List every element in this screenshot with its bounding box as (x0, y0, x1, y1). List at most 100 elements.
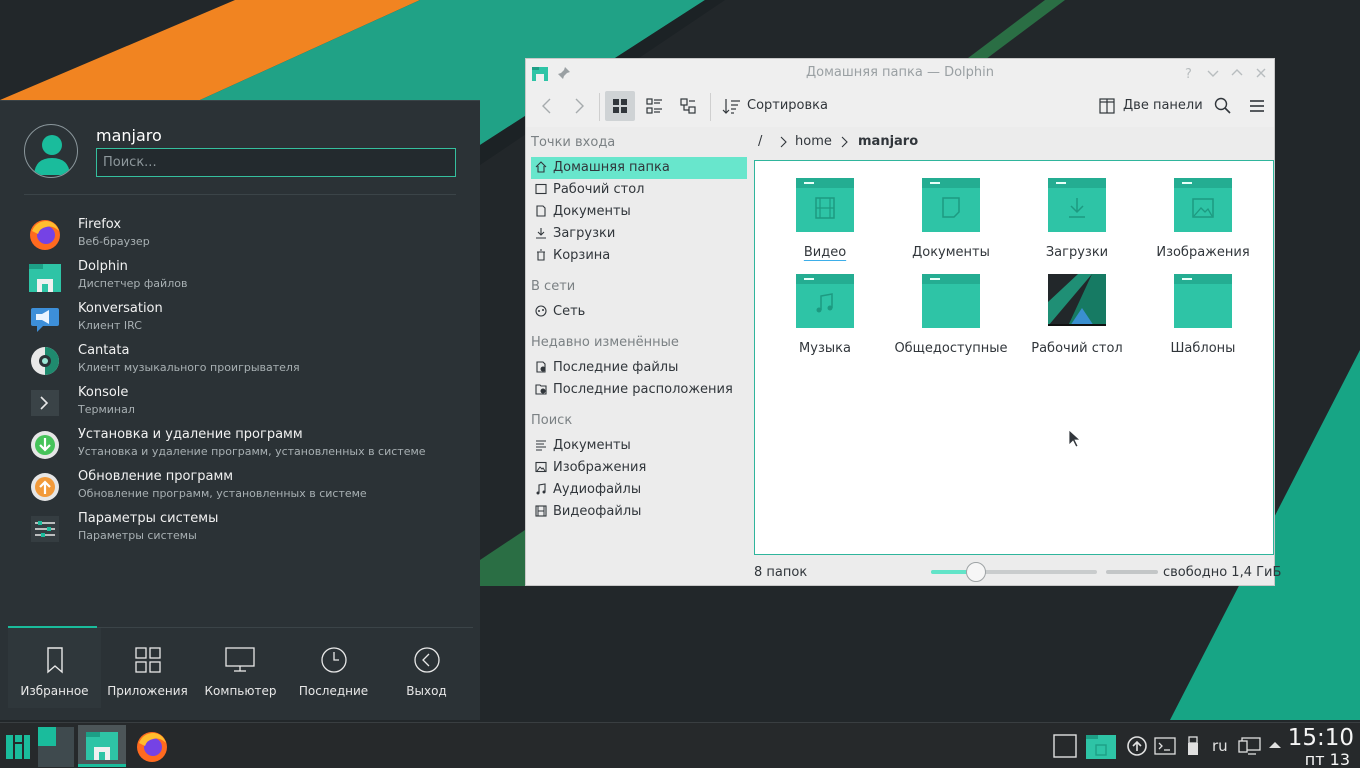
search-button[interactable] (1208, 91, 1238, 121)
place-label: Последние файлы (553, 360, 679, 375)
app-name: Konsole (78, 385, 129, 400)
folder-item-music[interactable]: Музыка (765, 264, 885, 356)
keyboard-layout[interactable]: ru (1212, 737, 1228, 755)
breadcrumb-root[interactable]: / (758, 134, 762, 149)
details-view-button[interactable] (673, 91, 703, 121)
show-desktop-icon[interactable] (1053, 734, 1077, 758)
app-item-konsole[interactable]: Konsole Терминал (24, 382, 456, 424)
folder-item-documents[interactable]: Документы (891, 168, 1011, 260)
clock-time[interactable]: 15:10 (1288, 725, 1354, 751)
folder-item-images[interactable]: Изображения (1143, 168, 1263, 260)
dolphin-window: Домашняя папка — Dolphin ? Сортировка Дв… (525, 58, 1281, 586)
tab-applications[interactable]: Приложения (101, 628, 194, 708)
place-network[interactable]: Сеть (531, 301, 747, 323)
monitor-icon (225, 647, 255, 672)
tree-view-icon (680, 98, 696, 114)
forward-button[interactable] (564, 91, 594, 121)
usb-drive-icon[interactable] (1186, 735, 1200, 757)
update-notifier-icon[interactable] (1126, 735, 1148, 757)
search-video[interactable]: Видеофайлы (531, 501, 747, 523)
app-launcher-button[interactable] (4, 725, 32, 767)
place-label: Домашняя папка (553, 160, 670, 175)
folder-item-templates[interactable]: Шаблоны (1143, 264, 1263, 356)
place-downloads[interactable]: Загрузки (531, 223, 747, 245)
place-desktop[interactable]: Рабочий стол (531, 179, 747, 201)
place-trash[interactable]: Корзина (531, 245, 747, 267)
app-item-cantata[interactable]: Cantata Клиент музыкального проигрывател… (24, 340, 456, 382)
folder-name: Рабочий стол (1031, 341, 1123, 356)
tab-favorites[interactable]: Избранное (8, 628, 101, 708)
app-description: Клиент IRC (78, 319, 142, 332)
split-panels-icon (1099, 98, 1115, 114)
network-wired-icon[interactable] (1238, 735, 1262, 757)
app-item-firefox[interactable]: Firefox Веб-браузер (24, 214, 456, 256)
app-item-install-remove[interactable]: Установка и удаление программ Установка … (24, 424, 456, 466)
toolbar-separator (599, 93, 600, 121)
task-dolphin[interactable] (78, 725, 126, 767)
maximize-icon[interactable] (1230, 66, 1244, 80)
folder-item-public[interactable]: Общедоступные (891, 264, 1011, 356)
music-note-icon (536, 483, 546, 495)
place-recent-files[interactable]: Последние файлы (531, 357, 747, 379)
place-home[interactable]: Домашняя папка (531, 157, 747, 179)
tab-computer[interactable]: Компьютер (194, 628, 287, 708)
place-documents[interactable]: Документы (531, 201, 747, 223)
virtual-desktop-pager[interactable] (38, 725, 74, 767)
split-view-button[interactable]: Две панели (1094, 91, 1204, 121)
app-item-konversation[interactable]: Konversation Клиент IRC (24, 298, 456, 340)
tab-recent[interactable]: Последние (287, 628, 380, 708)
breadcrumb-current[interactable]: manjaro (858, 134, 918, 149)
clock-date[interactable]: пт 13 (1305, 750, 1350, 768)
places-section-title: Поиск (531, 413, 573, 428)
place-label: Документы (553, 204, 631, 219)
minimize-icon[interactable] (1206, 66, 1220, 80)
chevron-up-icon[interactable] (1267, 737, 1283, 753)
folder-item-downloads[interactable]: Загрузки (1017, 168, 1137, 260)
folder-name: Изображения (1156, 245, 1250, 260)
folder-icon (922, 274, 980, 328)
tab-label: Последние (298, 684, 369, 698)
folder-item-desktop[interactable]: Рабочий стол (1017, 264, 1137, 356)
window-title: Домашняя папка — Dolphin (805, 65, 995, 80)
taskbar: ru 15:10 пт 13 (0, 722, 1360, 768)
app-name: Обновление программ (78, 469, 234, 484)
place-recent-locations[interactable]: Последние расположения (531, 379, 747, 401)
zoom-slider-handle[interactable] (965, 562, 986, 582)
device-notifier-icon[interactable] (1086, 731, 1116, 759)
app-item-dolphin[interactable]: Dolphin Диспетчер файлов (24, 256, 456, 298)
search-images[interactable]: Изображения (531, 457, 747, 479)
search-input[interactable] (96, 148, 456, 177)
place-label: Изображения (553, 460, 647, 475)
menu-button[interactable] (1242, 91, 1272, 121)
app-name: Firefox (78, 217, 122, 232)
compact-view-button[interactable] (639, 91, 669, 121)
avatar[interactable] (24, 124, 78, 178)
breadcrumb-home[interactable]: home (795, 134, 832, 149)
hamburger-menu-icon (1250, 100, 1264, 112)
place-label: Загрузки (553, 226, 616, 241)
folder-name: Общедоступные (894, 341, 1008, 356)
trash-icon (537, 249, 545, 261)
document-icon (536, 205, 546, 217)
icons-view-button[interactable] (605, 91, 635, 121)
task-firefox[interactable] (132, 725, 172, 767)
grid-icon (135, 647, 161, 673)
search-audio[interactable]: Аудиофайлы (531, 479, 747, 501)
folder-icon (29, 264, 61, 292)
icons-view-icon (613, 99, 627, 113)
window-titlebar[interactable]: Домашняя папка — Dolphin ? (526, 59, 1274, 87)
search-documents[interactable]: Документы (531, 435, 747, 457)
back-button[interactable] (532, 91, 562, 121)
sort-button[interactable]: Сортировка (719, 91, 829, 121)
app-item-software-update[interactable]: Обновление программ Обновление программ,… (24, 466, 456, 508)
help-icon[interactable]: ? (1182, 66, 1196, 80)
close-icon[interactable] (1254, 66, 1268, 80)
terminal-icon[interactable] (1154, 735, 1176, 757)
file-view[interactable]: Видео Документы Загрузки Изображения Муз… (754, 160, 1274, 555)
folder-item-video[interactable]: Видео (765, 168, 885, 260)
tab-leave[interactable]: Выход (380, 628, 473, 708)
zoom-slider[interactable] (931, 562, 1097, 582)
chevron-right-icon (841, 136, 848, 148)
app-item-system-settings[interactable]: Параметры системы Параметры системы (24, 508, 456, 550)
folder-name: Документы (912, 245, 990, 260)
